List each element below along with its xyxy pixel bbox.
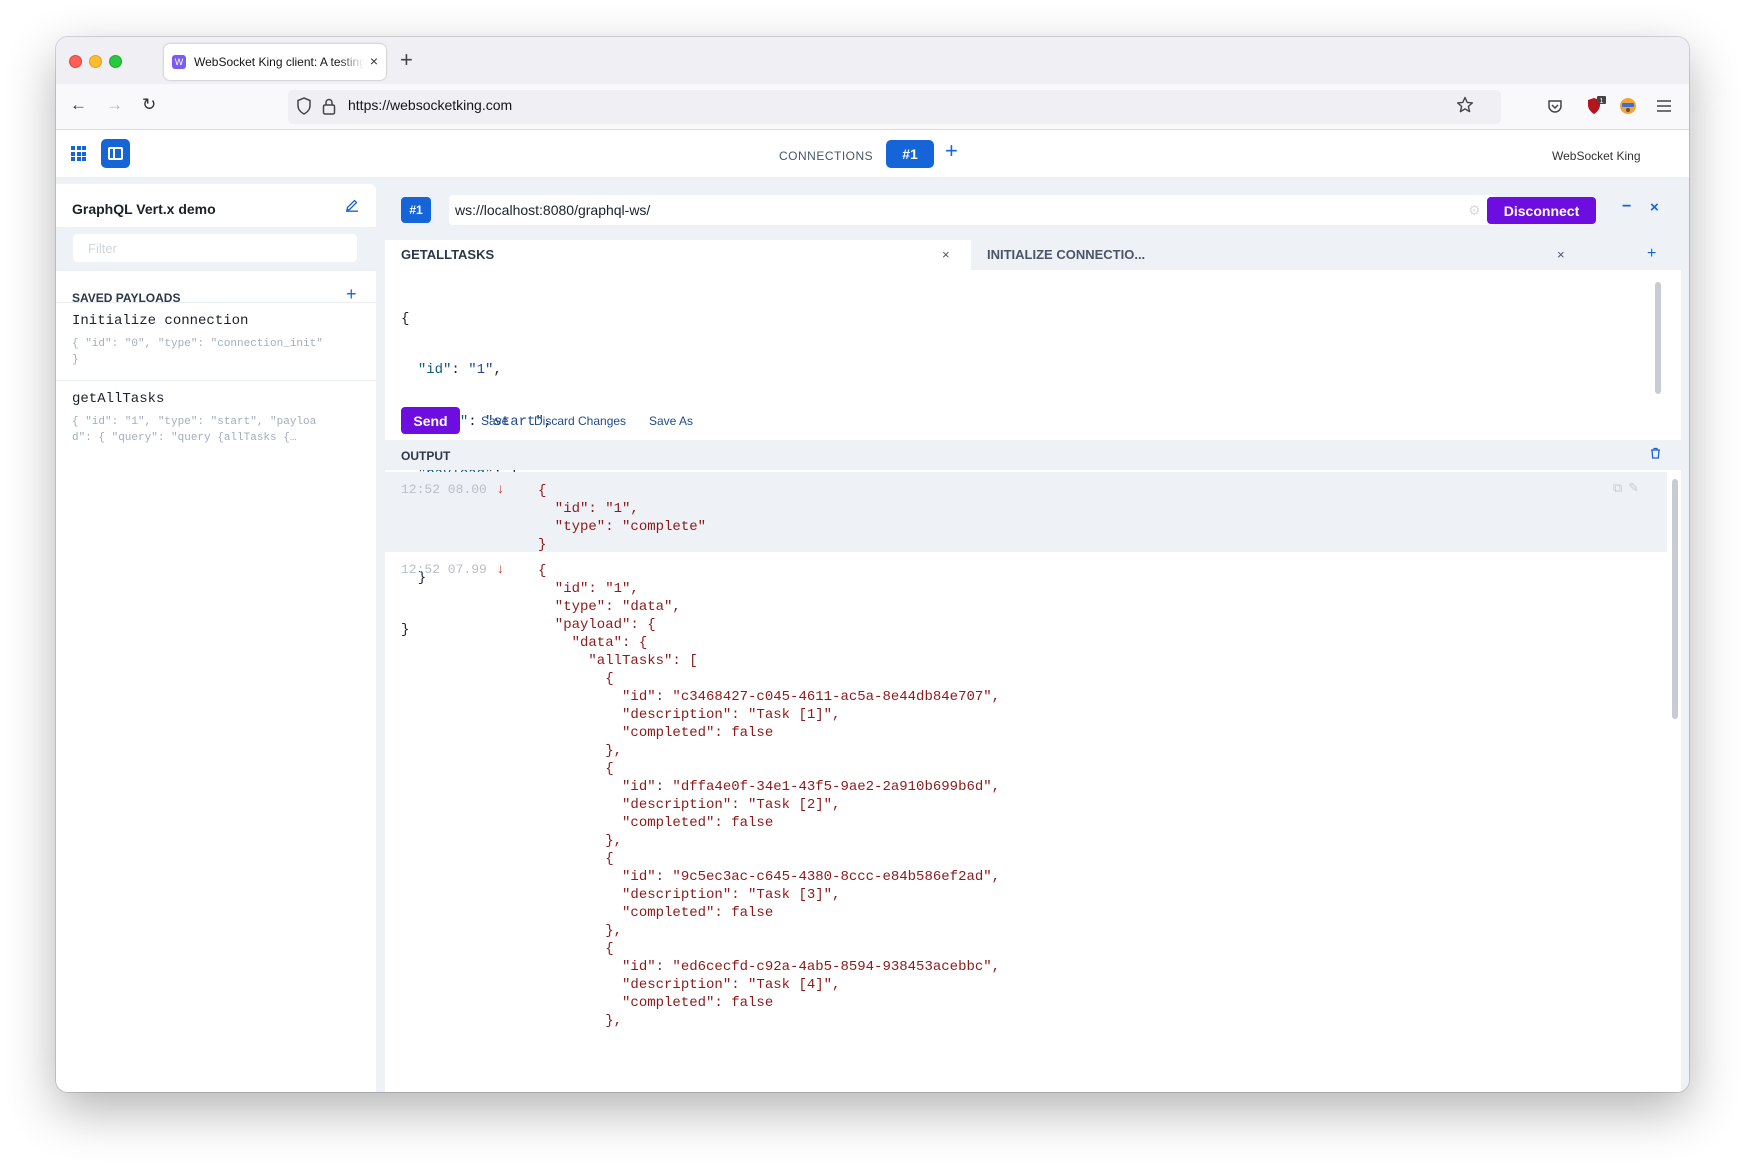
lock-icon[interactable] [322,97,336,120]
payload-tabs: GETALLTASKS × INITIALIZE CONNECTIO... × … [385,240,1681,270]
project-sidebar: GraphQL Vert.x demo SAVED PAYLOADS + Ini… [56,184,376,1092]
filter-container [56,227,376,271]
close-payload-tab-icon[interactable]: × [942,240,950,270]
sidebar-toggle-button[interactable] [101,139,130,168]
incoming-arrow-icon: ↓ [497,560,504,576]
payload-tab-label: GETALLTASKS [401,247,495,262]
pocket-icon[interactable] [1547,98,1563,119]
message-timestamp: 12:52 07.99 [401,562,487,577]
copy-icon[interactable]: ⧉ [1613,480,1628,495]
bookmark-star-icon[interactable] [1456,96,1474,119]
filter-input[interactable] [73,234,357,262]
close-window-button[interactable] [69,55,82,68]
save-button[interactable]: Save [481,414,508,428]
incoming-arrow-icon: ↓ [497,480,504,496]
websocket-king-app: CONNECTIONS #1 + WebSocket King GraphQL … [56,131,1689,1092]
connection-number-badge: #1 [401,197,431,223]
apps-grid-icon[interactable] [71,146,86,161]
output-scrollbar[interactable] [1672,479,1678,719]
websocket-king-favicon-icon: W [172,55,186,69]
editor-line: "id": "1", [417,362,502,379]
hamburger-menu-icon[interactable] [1656,99,1672,118]
connection-tab-1[interactable]: #1 [886,140,934,168]
settings-gear-icon[interactable]: ⚙ [1468,202,1481,219]
message-body: { "id": "1", "type": "data", "payload": … [538,563,1001,1029]
reload-icon[interactable]: ↻ [142,95,156,115]
saved-payload-name: getAllTasks [72,391,165,407]
add-payload-tab-button[interactable]: + [1647,245,1656,263]
shield-icon[interactable] [296,97,312,120]
saved-payloads-list: Initialize connection { "id": "0", "type… [56,302,376,458]
minimize-panel-icon[interactable]: − [1622,198,1631,216]
sidebar-panel-icon [108,147,123,160]
payload-tab-label: INITIALIZE CONNECTIO... [987,247,1146,262]
editor-line: { [401,310,410,327]
saved-payload-preview: { "id": "1", "type": "start", "payload":… [72,416,317,444]
saved-payload-item[interactable]: getAllTasks { "id": "1", "type": "start"… [56,381,376,458]
minimize-window-button[interactable] [89,55,102,68]
output-header: OUTPUT [385,440,1681,470]
edit-message-icon[interactable]: ✎ [1628,480,1645,495]
connection-url-row: #1 ⚙ Disconnect − × [385,184,1681,240]
back-arrow-icon[interactable]: ← [70,95,87,115]
editor-scrollbar[interactable] [1655,282,1661,394]
svg-text:1: 1 [1600,98,1604,105]
project-title: GraphQL Vert.x demo [72,201,216,217]
url-text: https://websocketking.com [348,97,513,113]
close-tab-icon[interactable]: × [370,53,378,69]
app-top-bar: CONNECTIONS #1 + WebSocket King [56,131,1689,177]
forward-arrow-icon[interactable]: → [106,95,123,115]
browser-navigation-bar: ← → ↻ https://websocketking.com 1 [56,84,1689,130]
output-message[interactable]: 12:52 07.99 ↓ { "id": "1", "type": "data… [385,552,1667,1092]
connections-label: CONNECTIONS [779,149,874,163]
brand-name: WebSocket King [1552,149,1641,163]
browser-window: W WebSocket King client: A testing tool … [56,37,1689,1092]
send-button[interactable]: Send [401,407,460,434]
output-title: OUTPUT [401,449,451,463]
discard-changes-button[interactable]: Discard Changes [534,414,626,428]
close-payload-tab-icon[interactable]: × [1557,240,1565,270]
payload-tab-initialize-connection[interactable]: INITIALIZE CONNECTIO... × [971,240,1589,270]
disconnect-button[interactable]: Disconnect [1487,197,1596,224]
edit-pencil-icon[interactable] [345,198,359,215]
clear-output-trash-icon[interactable] [1650,447,1661,462]
zoom-window-button[interactable] [109,55,122,68]
saved-payload-item[interactable]: Initialize connection { "id": "0", "type… [56,303,376,381]
websocket-url-input[interactable] [449,195,1495,225]
connection-panel: #1 ⚙ Disconnect − × GETALLTASKS × INITIA… [385,184,1681,1092]
extension-avatar-icon[interactable] [1619,97,1637,120]
saved-payload-preview: { "id": "0", "type": "connection_init" } [72,338,323,366]
ublock-extension-icon[interactable]: 1 [1586,96,1606,121]
message-body: { "id": "1", "type": "complete" } [538,483,707,553]
browser-tab-title: WebSocket King client: A testing tool fo… [194,55,364,69]
browser-tab[interactable]: W WebSocket King client: A testing tool … [164,44,386,80]
browser-tab-strip: W WebSocket King client: A testing tool … [56,37,1689,84]
new-tab-button[interactable]: + [400,47,413,73]
output-message[interactable]: 12:52 08.00 ↓ { "id": "1", "type": "comp… [385,472,1667,553]
message-timestamp: 12:52 08.00 [401,482,487,497]
save-as-button[interactable]: Save As [649,414,693,428]
payload-tab-getalltasks[interactable]: GETALLTASKS × [385,240,971,270]
saved-payload-name: Initialize connection [72,313,249,329]
close-panel-icon[interactable]: × [1650,199,1659,216]
message-actions: ⧉✎ [1613,480,1645,496]
add-connection-button[interactable]: + [945,138,958,164]
